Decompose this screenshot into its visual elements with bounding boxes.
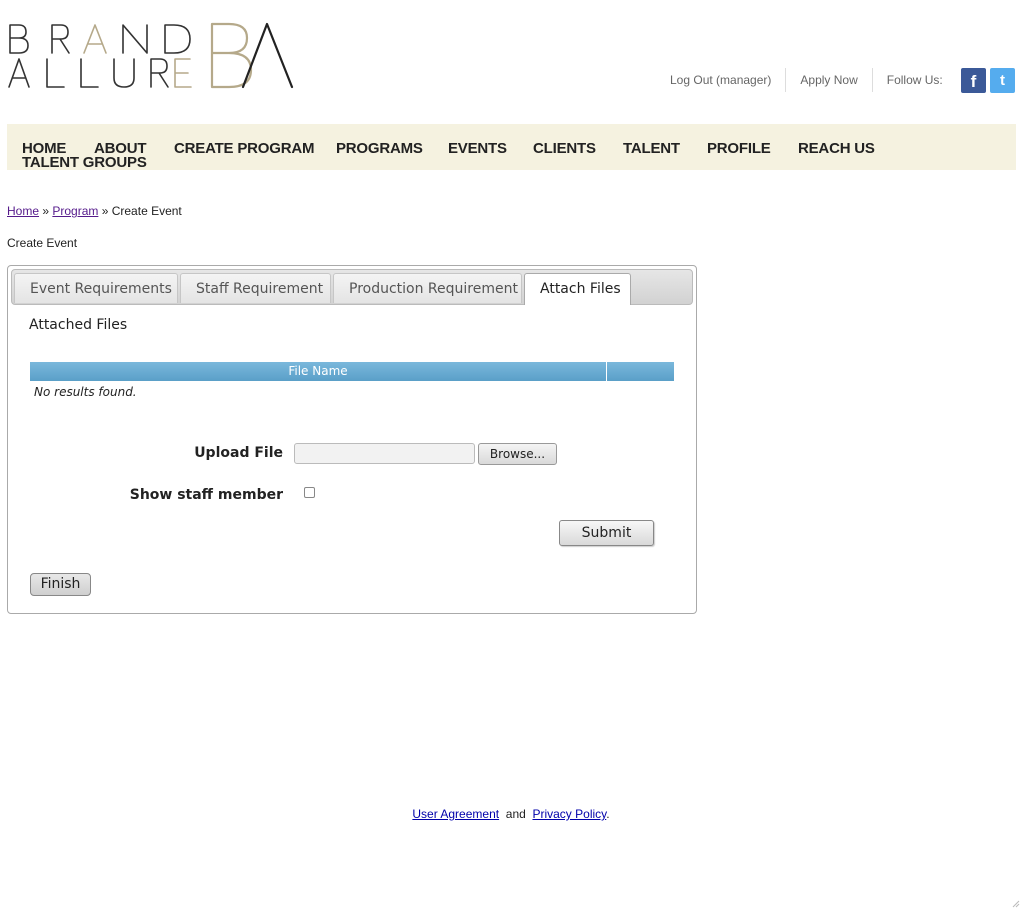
brand-logo[interactable] <box>7 20 297 92</box>
footer: User Agreement and Privacy Policy. <box>0 807 1022 821</box>
grid-empty-message: No results found. <box>34 385 137 399</box>
breadcrumb-separator: » <box>39 204 53 218</box>
nav-item-reach-us[interactable]: REACH US <box>798 140 875 157</box>
page: Log Out (manager) Apply Now Follow Us: f… <box>0 0 1022 910</box>
twitter-icon[interactable]: t <box>990 68 1015 93</box>
facebook-icon[interactable]: f <box>961 68 986 93</box>
show-staff-member-label: Show staff member <box>129 487 283 503</box>
privacy-policy-link[interactable]: Privacy Policy <box>532 807 606 821</box>
nav-item-events[interactable]: EVENTS <box>448 140 507 157</box>
browse-button[interactable]: Browse... <box>478 443 557 465</box>
logout-link[interactable]: Log Out (manager) <box>656 68 785 92</box>
grid-header: File Name <box>30 362 674 381</box>
nav-item-create-program[interactable]: CREATE PROGRAM <box>174 140 314 157</box>
breadcrumb-current: Create Event <box>111 204 182 218</box>
page-title: Create Event <box>7 236 78 250</box>
nav-item-talent-groups[interactable]: TALENT GROUPS <box>22 154 147 171</box>
nav-item-talent[interactable]: TALENT <box>623 140 680 157</box>
resize-grip-icon[interactable] <box>1010 898 1020 908</box>
user-agreement-link[interactable]: User Agreement <box>412 807 499 821</box>
tab-event-requirements[interactable]: Event Requirements <box>14 273 178 303</box>
nav-item-programs[interactable]: PROGRAMS <box>336 140 423 157</box>
breadcrumb: Home » Program » Create Event <box>7 204 182 218</box>
footer-period: . <box>606 807 610 821</box>
finish-button[interactable]: Finish <box>30 573 91 596</box>
footer-and-text: and <box>505 807 526 821</box>
attached-files-heading: Attached Files <box>29 317 128 333</box>
submit-button[interactable]: Submit <box>559 520 654 546</box>
social-links: f t <box>961 68 1015 93</box>
tab-attach-files[interactable]: Attach Files <box>524 273 631 305</box>
follow-us-label: Follow Us: <box>886 73 943 87</box>
show-staff-member-checkbox[interactable] <box>304 487 315 498</box>
top-links: Log Out (manager) Apply Now Follow Us: <box>656 68 957 92</box>
attached-files-grid: File Name No results found. <box>30 362 674 403</box>
tab-bar: Event Requirements Staff Requirement Pro… <box>11 269 693 305</box>
column-header-actions <box>607 362 674 381</box>
upload-file-label: Upload File <box>194 445 283 461</box>
nav-item-profile[interactable]: PROFILE <box>707 140 771 157</box>
event-tabs-panel: Event Requirements Staff Requirement Pro… <box>7 265 697 614</box>
apply-now-link[interactable]: Apply Now <box>786 68 871 92</box>
main-nav: HOME ABOUT CREATE PROGRAM PROGRAMS EVENT… <box>7 124 1016 171</box>
breadcrumb-separator: » <box>98 204 112 218</box>
nav-item-clients[interactable]: CLIENTS <box>533 140 596 157</box>
tab-staff-requirement[interactable]: Staff Requirement <box>180 273 331 303</box>
tab-production-requirement[interactable]: Production Requirement <box>333 273 522 303</box>
breadcrumb-program-link[interactable]: Program <box>52 204 98 218</box>
breadcrumb-home-link[interactable]: Home <box>7 204 39 218</box>
column-header-file-name[interactable]: File Name <box>30 362 607 381</box>
upload-file-input[interactable] <box>294 443 475 464</box>
